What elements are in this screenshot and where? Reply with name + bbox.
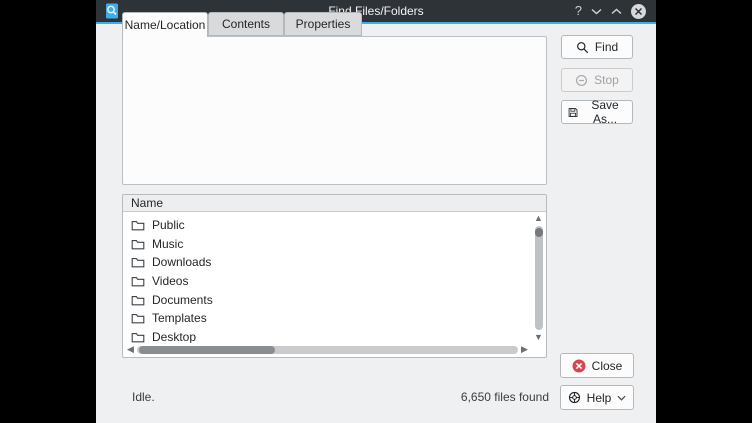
help-button[interactable]: Help [560, 385, 634, 410]
folder-icon [131, 219, 145, 231]
titlebar-controls: ? [575, 0, 656, 22]
screen: Find Files/Folders ? Name/Location Conte… [0, 0, 752, 423]
tab-name-location[interactable]: Name/Location [122, 12, 208, 37]
column-header-name[interactable]: Name [123, 195, 546, 212]
folder-icon [131, 275, 145, 287]
tab-contents[interactable]: Contents [208, 12, 284, 36]
stop-label: Stop [594, 73, 619, 87]
tab-label: Properties [296, 17, 351, 31]
list-item[interactable]: Music [124, 235, 531, 254]
column-header-label: Name [131, 196, 163, 210]
item-label: Desktop [152, 330, 196, 343]
save-icon [568, 106, 578, 119]
scroll-right-icon[interactable]: ▶ [518, 343, 531, 356]
list-item[interactable]: Templates [124, 309, 531, 328]
vertical-scroll-track[interactable] [535, 226, 543, 330]
files-found-count: 6,650 files found [461, 390, 549, 404]
status-text: Idle. [132, 390, 155, 404]
list-item[interactable]: Videos [124, 272, 531, 291]
name-location-panel [122, 36, 547, 185]
help-titlebar-button[interactable]: ? [575, 0, 582, 22]
scroll-down-icon[interactable]: ▼ [532, 331, 545, 344]
close-icon [572, 359, 586, 373]
item-label: Downloads [152, 255, 211, 269]
list-item[interactable]: Documents [124, 290, 531, 309]
folder-icon [131, 331, 145, 343]
scroll-up-icon[interactable]: ▲ [532, 212, 545, 225]
find-label: Find [595, 40, 618, 54]
search-icon [576, 41, 589, 54]
item-label: Public [152, 218, 185, 232]
scroll-left-icon[interactable]: ◀ [124, 343, 137, 356]
vertical-scroll-thumb[interactable] [535, 228, 543, 237]
results-items: Public Music Downloads Videos Documents [124, 213, 531, 343]
horizontal-scroll-thumb[interactable] [139, 346, 275, 354]
item-label: Music [152, 237, 183, 251]
maximize-icon[interactable] [611, 0, 622, 22]
save-as-button[interactable]: Save As... [561, 100, 633, 124]
item-label: Videos [152, 274, 188, 288]
list-item[interactable]: Downloads [124, 253, 531, 272]
find-button[interactable]: Find [561, 35, 633, 59]
folder-icon [131, 256, 145, 268]
save-as-label: Save As... [584, 98, 626, 126]
horizontal-scrollbar[interactable]: ◀ ▶ [124, 343, 531, 356]
list-item-partial[interactable]: Desktop [124, 328, 531, 343]
minimize-icon[interactable] [591, 0, 602, 22]
stop-button[interactable]: Stop [561, 68, 633, 92]
close-button[interactable]: Close [560, 353, 634, 378]
help-label: Help [587, 391, 612, 405]
folder-icon [131, 312, 145, 324]
results-list[interactable]: Name Public Music Downloads Videos [122, 194, 547, 358]
tab-label: Name/Location [125, 18, 206, 32]
help-icon [568, 391, 581, 404]
close-window-icon[interactable] [631, 4, 646, 19]
item-label: Documents [152, 293, 213, 307]
stop-icon [575, 74, 588, 87]
tab-properties[interactable]: Properties [284, 12, 362, 36]
item-label: Templates [152, 311, 207, 325]
folder-icon [131, 294, 145, 306]
find-files-window: Find Files/Folders ? Name/Location Conte… [96, 0, 656, 423]
vertical-scrollbar[interactable]: ▲ ▼ [532, 213, 545, 343]
tab-label: Contents [222, 17, 270, 31]
chevron-down-icon [617, 395, 626, 401]
list-item[interactable]: Public [124, 216, 531, 235]
close-label: Close [592, 359, 623, 373]
folder-icon [131, 238, 145, 250]
